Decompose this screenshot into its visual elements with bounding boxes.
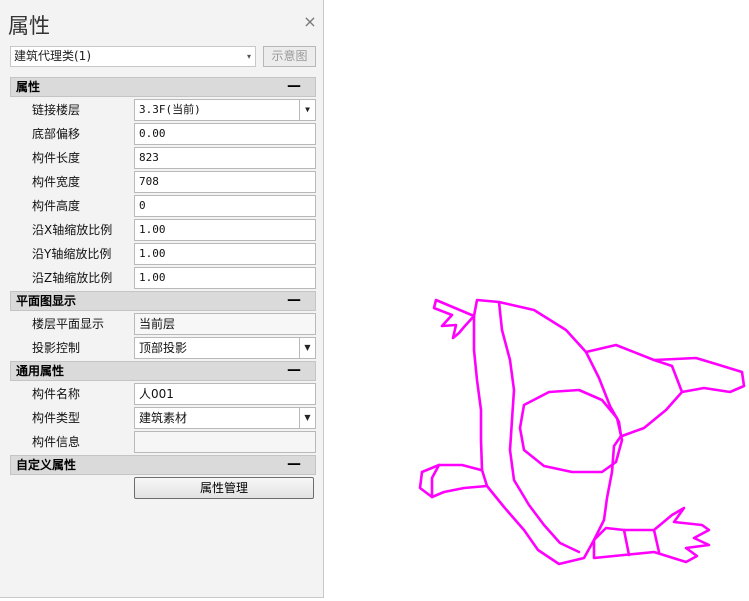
row-scale-z: 沿Z轴缩放比例 1.00 (10, 267, 316, 291)
collapse-icon[interactable]: — (287, 456, 301, 473)
row-label: 构件长度 (32, 151, 81, 165)
properties-panel: 属性 × 建筑代理类(1) ▾ 示意图 属性 — 链接楼层 3.3F(当前) ▼… (0, 0, 324, 598)
row-label: 构件名称 (32, 387, 81, 401)
row-component-info: 构件信息 (10, 431, 316, 455)
component-info-input[interactable] (134, 431, 316, 453)
type-selector[interactable]: 建筑代理类(1) ▾ (10, 46, 256, 67)
row-scale-y: 沿Y轴缩放比例 1.00 (10, 243, 316, 267)
row-label: 投影控制 (32, 341, 81, 355)
width-input[interactable]: 708 (134, 171, 316, 193)
section-custom-header[interactable]: 自定义属性 — (10, 455, 316, 475)
section-title: 通用属性 (16, 364, 65, 378)
head-outline (518, 388, 624, 474)
component-type-dropdown[interactable]: 建筑素材 ▼ (134, 407, 316, 429)
section-common-header[interactable]: 通用属性 — (10, 361, 316, 381)
row-projection-control: 投影控制 顶部投影 ▼ (10, 337, 316, 361)
panel-title: 属性 (8, 14, 50, 38)
section-plan-display-header[interactable]: 平面图显示 — (10, 291, 316, 311)
collapse-icon[interactable]: — (287, 362, 301, 379)
scale-x-input[interactable]: 1.00 (134, 219, 316, 241)
component-name-input[interactable]: 人001 (134, 383, 316, 405)
row-label: 沿Z轴缩放比例 (32, 271, 113, 285)
row-base-offset: 底部偏移 0.00 (10, 123, 316, 147)
collapse-icon[interactable]: — (287, 292, 301, 309)
row-label: 构件类型 (32, 411, 81, 425)
row-floor-plan-display: 楼层平面显示 当前层 (10, 313, 316, 337)
row-label: 链接楼层 (32, 103, 81, 117)
row-label: 底部偏移 (32, 127, 81, 141)
projection-control-value: 顶部投影 (139, 341, 188, 355)
left-foot-outline (418, 463, 489, 499)
section-title: 属性 (16, 80, 41, 94)
row-label: 构件高度 (32, 199, 81, 213)
property-grid: 属性 — 链接楼层 3.3F(当前) ▼ 底部偏移 0.00 构件长度 823 … (10, 77, 316, 503)
section-title: 平面图显示 (16, 294, 77, 308)
row-width: 构件宽度 708 (10, 171, 316, 195)
property-manage-button[interactable]: 属性管理 (134, 477, 314, 499)
dropdown-arrow-icon[interactable]: ▼ (299, 338, 315, 358)
drawing-canvas[interactable] (324, 0, 749, 598)
row-link-floor: 链接楼层 3.3F(当前) ▼ (10, 99, 316, 123)
scale-y-input[interactable]: 1.00 (134, 243, 316, 265)
row-label: 楼层平面显示 (32, 317, 105, 331)
right-hand-outline (592, 506, 711, 564)
torso-outline (472, 298, 623, 566)
floor-plan-display-value[interactable]: 当前层 (134, 313, 316, 335)
row-length: 构件长度 823 (10, 147, 316, 171)
projection-control-dropdown[interactable]: 顶部投影 ▼ (134, 337, 316, 359)
collapse-icon[interactable]: — (287, 78, 301, 95)
component-type-value: 建筑素材 (139, 411, 188, 425)
chevron-down-icon: ▾ (246, 52, 251, 61)
type-selector-value: 建筑代理类(1) (14, 49, 91, 63)
row-label: 沿Y轴缩放比例 (32, 247, 112, 261)
base-offset-input[interactable]: 0.00 (134, 123, 316, 145)
close-icon[interactable]: × (302, 14, 318, 30)
row-label: 沿X轴缩放比例 (32, 223, 113, 237)
scale-z-input[interactable]: 1.00 (134, 267, 316, 289)
row-label: 构件信息 (32, 435, 81, 449)
section-properties-header[interactable]: 属性 — (10, 77, 316, 97)
diagram-button[interactable]: 示意图 (263, 46, 316, 67)
row-height: 构件高度 0 (10, 195, 316, 219)
height-input[interactable]: 0 (134, 195, 316, 217)
dropdown-arrow-icon[interactable]: ▼ (299, 408, 315, 428)
row-property-manage: 属性管理 (10, 477, 316, 503)
link-floor-dropdown[interactable]: 3.3F(当前) ▼ (134, 99, 316, 121)
row-component-name: 构件名称 人001 (10, 383, 316, 407)
person-plan-figure[interactable] (324, 0, 749, 598)
dropdown-arrow-icon[interactable]: ▼ (299, 100, 315, 120)
row-label: 构件宽度 (32, 175, 81, 189)
left-hand-outline (432, 298, 476, 340)
right-arm-outline (584, 343, 746, 438)
length-input[interactable]: 823 (134, 147, 316, 169)
section-title: 自定义属性 (16, 458, 77, 472)
row-scale-x: 沿X轴缩放比例 1.00 (10, 219, 316, 243)
link-floor-value: 3.3F(当前) (139, 103, 201, 116)
row-component-type: 构件类型 建筑素材 ▼ (10, 407, 316, 431)
